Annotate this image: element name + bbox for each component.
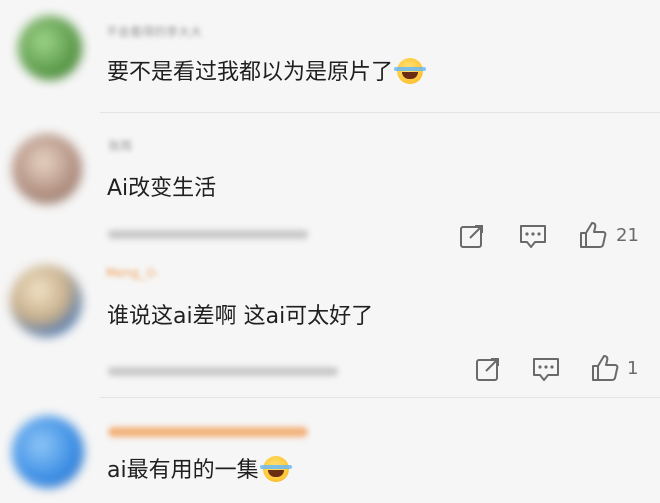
- comment-text: 要不是看过我都以为是原片了: [107, 58, 427, 87]
- avatar[interactable]: [12, 416, 84, 488]
- comment-text: 谁说这ai差啊 这ai可太好了: [107, 304, 374, 329]
- comment-icon[interactable]: [531, 355, 561, 383]
- comment-item: 不会看得的李大大 要不是看过我都以为是原片了: [0, 0, 660, 110]
- timestamp-blurred: [108, 230, 308, 239]
- username[interactable]: Meng_小: [106, 265, 157, 281]
- username[interactable]: 不会看得的李大大: [106, 24, 202, 40]
- comment-icon[interactable]: [518, 222, 548, 250]
- laugh-cry-emoji-icon: [259, 456, 292, 482]
- comment-text-content: 要不是看过我都以为是原片了: [107, 60, 394, 85]
- comment-item: Meng_小 谁说这ai差啊 这ai可太好了 1: [0, 255, 660, 395]
- comment-text: ai最有用的一集: [107, 456, 292, 485]
- divider: [100, 397, 660, 398]
- comment-text: Ai改变生活: [107, 176, 217, 201]
- like-count: 1: [627, 358, 639, 379]
- share-icon[interactable]: [458, 222, 486, 250]
- share-icon[interactable]: [474, 355, 502, 383]
- comment-text-content: ai最有用的一集: [107, 458, 259, 483]
- like-count: 21: [616, 225, 639, 246]
- username[interactable]: 张雨: [108, 138, 132, 154]
- avatar[interactable]: [18, 16, 82, 80]
- thumbs-up-icon[interactable]: [578, 220, 608, 250]
- avatar[interactable]: [10, 265, 82, 337]
- comment-item: 张雨 Ai改变生活 21: [0, 120, 660, 255]
- avatar[interactable]: [12, 134, 82, 204]
- divider: [100, 112, 660, 113]
- thumbs-up-icon[interactable]: [590, 353, 620, 383]
- username-blurred[interactable]: [108, 427, 308, 437]
- timestamp-blurred: [108, 367, 338, 376]
- laugh-cry-emoji-icon: [394, 58, 427, 84]
- comment-item: ai最有用的一集: [0, 400, 660, 503]
